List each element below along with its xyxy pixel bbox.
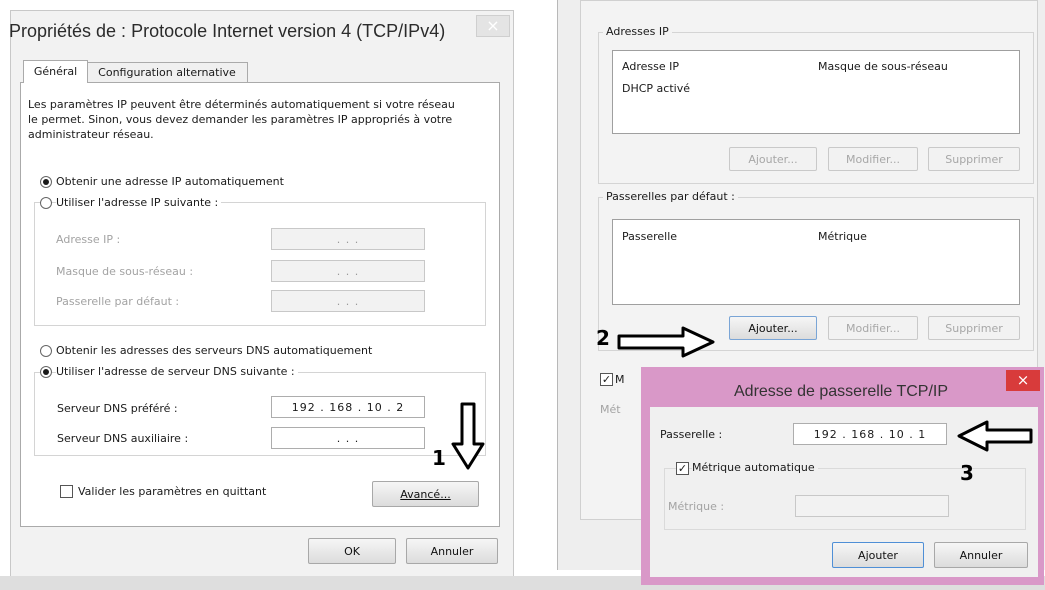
left-arrow-icon <box>957 420 1033 452</box>
radio-manual-dns-label: Utiliser l'adresse de serveur DNS suivan… <box>56 365 298 378</box>
metric-partial-label: Mét <box>600 403 621 416</box>
window-title: Propriétés de : Protocole Internet versi… <box>9 21 446 41</box>
dialog-cancel-button[interactable]: Annuler <box>934 542 1028 568</box>
validate-checkbox[interactable] <box>60 485 73 498</box>
gateway-add-button[interactable]: Ajouter... <box>729 316 817 340</box>
gateway-column-header: Passerelle <box>622 230 678 243</box>
step-2-number: 2 <box>596 326 610 350</box>
metric-label: Métrique : <box>668 500 725 513</box>
automatic-metric-partial-label: M <box>615 373 625 386</box>
step-3-number: 3 <box>960 461 974 485</box>
ip-address-input[interactable]: . . . <box>271 228 425 250</box>
advanced-button[interactable]: Avancé... <box>372 481 479 507</box>
default-gateway-input[interactable]: . . . <box>271 290 425 312</box>
tab-alternative-config[interactable]: Configuration alternative <box>86 62 248 82</box>
close-button[interactable]: × <box>476 15 510 37</box>
dhcp-row: DHCP activé <box>622 82 690 95</box>
preferred-dns-input[interactable]: 192 . 168 . 10 . 2 <box>271 396 425 418</box>
auxiliary-dns-input[interactable]: . . . <box>271 427 425 449</box>
close-icon: × <box>486 16 500 35</box>
radio-manual-ip-label: Utiliser l'adresse IP suivante : <box>56 196 222 209</box>
subnet-mask-label: Masque de sous-réseau : <box>56 265 194 278</box>
gateway-field-input[interactable]: 192 . 168 . 10 . 1 <box>793 423 947 445</box>
metric-input[interactable] <box>795 495 949 517</box>
ok-button[interactable]: OK <box>308 538 396 564</box>
ip-addresses-group-label: Adresses IP <box>603 25 672 38</box>
auxiliary-dns-label: Serveur DNS auxiliaire : <box>57 432 189 445</box>
dialog-add-button[interactable]: Ajouter <box>832 542 924 568</box>
close-icon: × <box>1016 371 1030 389</box>
gateways-group-label: Passerelles par défaut : <box>603 190 738 203</box>
auto-metric-checkbox[interactable]: ✓ <box>676 462 689 475</box>
subnet-mask-input[interactable]: . . . <box>271 260 425 282</box>
down-arrow-icon <box>451 402 485 470</box>
preferred-dns-label: Serveur DNS préféré : <box>57 402 178 415</box>
gateway-dialog-title: Adresse de passerelle TCP/IP <box>734 383 949 400</box>
radio-manual-dns[interactable] <box>40 366 52 378</box>
ip-add-button[interactable]: Ajouter... <box>729 147 817 171</box>
tab-general[interactable]: Général <box>23 60 88 83</box>
mask-column-header: Masque de sous-réseau <box>818 60 948 73</box>
automatic-metric-checkbox[interactable]: ✓ <box>600 373 613 386</box>
radio-auto-ip-label: Obtenir une adresse IP automatiquement <box>56 175 284 188</box>
default-gateway-label: Passerelle par défaut : <box>56 295 180 308</box>
gateway-field-label: Passerelle : <box>660 428 723 441</box>
gateway-modify-button[interactable]: Modifier... <box>828 316 918 340</box>
cancel-button[interactable]: Annuler <box>406 538 498 564</box>
step-1-number: 1 <box>432 446 446 470</box>
description-text: Les paramètres IP peuvent être déterminé… <box>28 98 455 141</box>
radio-auto-dns[interactable] <box>40 345 52 357</box>
ip-address-label: Adresse IP : <box>56 233 121 246</box>
ip-modify-button[interactable]: Modifier... <box>828 147 918 171</box>
ip-delete-button[interactable]: Supprimer <box>928 147 1020 171</box>
gateway-dialog-close-button[interactable]: × <box>1006 370 1040 391</box>
radio-manual-ip[interactable] <box>40 197 52 209</box>
validate-label: Valider les paramètres en quittant <box>78 485 267 498</box>
radio-auto-ip[interactable] <box>40 176 52 188</box>
ip-column-header: Adresse IP <box>622 60 679 73</box>
right-arrow-icon <box>617 326 715 358</box>
metric-column-header: Métrique <box>818 230 867 243</box>
gateway-delete-button[interactable]: Supprimer <box>928 316 1020 340</box>
radio-auto-dns-label: Obtenir les adresses des serveurs DNS au… <box>56 344 373 357</box>
auto-metric-label: Métrique automatique <box>692 461 818 474</box>
